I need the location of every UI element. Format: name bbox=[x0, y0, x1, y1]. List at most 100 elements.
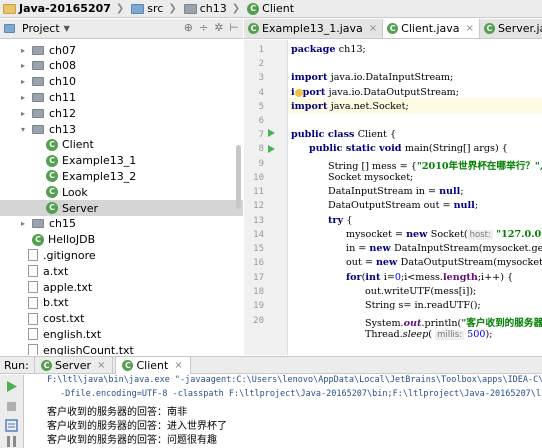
hide-icon[interactable]: ⊢ bbox=[229, 21, 239, 34]
class-icon: C bbox=[387, 22, 399, 34]
expand-arrow-icon[interactable]: ▾ bbox=[18, 125, 28, 134]
line-number: 18 bbox=[253, 287, 264, 297]
tab-server[interactable]: C Server.java × bbox=[479, 19, 542, 38]
package-icon bbox=[32, 92, 44, 102]
run-tab-label: Server bbox=[55, 358, 92, 372]
console-command-line: -Dfile.encoding=UTF-8 -classpath F:\ltlp… bbox=[60, 389, 542, 399]
tree-item[interactable]: .gitignore bbox=[0, 247, 243, 263]
tree-item-label: ch15 bbox=[49, 217, 77, 231]
close-icon[interactable]: × bbox=[466, 23, 474, 34]
tree-item[interactable]: englishCount.txt bbox=[0, 342, 243, 355]
code-line-16: out = new DataOutputStream(mysocket.getO… bbox=[346, 257, 542, 268]
collapse-arrow-icon[interactable]: ▸ bbox=[18, 61, 28, 70]
navigation-bar: Java-20165207 ❯ src ❯ ch13 ❯ C Client bbox=[0, 0, 542, 18]
console-command-line: F:\ltl\java\bin\java.exe "-javaagent:C:\… bbox=[47, 375, 542, 385]
tab-example13-1[interactable]: C Example13_1.java × bbox=[244, 19, 384, 38]
tree-item-label: Look bbox=[62, 185, 88, 199]
tree-item[interactable]: a.txt bbox=[0, 263, 243, 279]
add-icon[interactable]: ⊕ bbox=[184, 21, 193, 34]
project-icon bbox=[4, 24, 15, 33]
tree-item[interactable]: english.txt bbox=[0, 326, 243, 342]
folder-icon bbox=[3, 3, 16, 14]
tree-item[interactable]: cost.txt bbox=[0, 311, 243, 327]
rerun-icon[interactable] bbox=[5, 380, 18, 393]
tree-item[interactable]: ▸ ch15 bbox=[0, 216, 243, 232]
chevron-right-icon: ❯ bbox=[115, 3, 125, 14]
tree-item[interactable]: C Example13_2 bbox=[0, 168, 243, 184]
code-line-18: out.writeUTF(mess[i]); bbox=[365, 286, 477, 297]
collapse-arrow-icon[interactable]: ▸ bbox=[18, 93, 28, 102]
class-icon: C bbox=[46, 154, 58, 167]
breadcrumb-class[interactable]: C Client bbox=[244, 0, 298, 17]
run-tab-client[interactable]: C Client × bbox=[115, 356, 191, 374]
collapse-arrow-icon[interactable]: ▸ bbox=[18, 46, 28, 55]
tree-item[interactable]: ▸ ch07 bbox=[0, 42, 243, 58]
line-number: 20 bbox=[253, 316, 264, 326]
close-icon[interactable]: × bbox=[369, 23, 377, 34]
package-icon bbox=[32, 61, 44, 71]
tree-item-label: ch11 bbox=[49, 90, 77, 104]
code-line-3: import java.io.DataInputStream; bbox=[291, 72, 454, 83]
pause-output-icon[interactable] bbox=[5, 435, 18, 448]
code-line-9: String [] mess = {"2010年世界杯在哪举行？","巴 bbox=[328, 161, 542, 172]
settings-icon[interactable]: ✲ bbox=[214, 21, 223, 34]
project-panel-title[interactable]: Project bbox=[22, 22, 60, 35]
tree-item[interactable]: ▸ ch11 bbox=[0, 89, 243, 105]
collapse-arrow-icon[interactable]: ▸ bbox=[18, 219, 28, 228]
collapse-icon[interactable]: ÷ bbox=[199, 21, 208, 34]
chevron-right-icon: ❯ bbox=[231, 3, 241, 14]
breadcrumb-src[interactable]: src ❯ bbox=[128, 0, 180, 17]
tree-item[interactable]: apple.txt bbox=[0, 279, 243, 295]
restore-layout-icon[interactable] bbox=[5, 419, 18, 432]
file-icon bbox=[28, 281, 38, 293]
tab-label: Server.java bbox=[497, 21, 542, 35]
chevron-right-icon: ❯ bbox=[168, 3, 177, 14]
run-gutter-icon[interactable] bbox=[268, 145, 275, 153]
dropdown-icon[interactable]: ▼ bbox=[64, 24, 70, 33]
class-icon: C bbox=[46, 170, 58, 183]
line-number: 1 bbox=[258, 45, 264, 55]
collapse-arrow-icon[interactable]: ▸ bbox=[18, 109, 28, 118]
tree-item-label: .gitignore bbox=[43, 248, 96, 262]
tree-item-label: Server bbox=[62, 201, 99, 215]
run-tab-server[interactable]: C Server × bbox=[34, 356, 114, 374]
line-number: 8 bbox=[258, 144, 264, 154]
tree-item[interactable]: C Look bbox=[0, 184, 243, 200]
code-line-11: DataInputStream in = null; bbox=[328, 186, 464, 197]
console-output[interactable]: F:\ltl\java\bin\java.exe "-javaagent:C:\… bbox=[25, 375, 542, 448]
tree-item[interactable]: ▸ ch12 bbox=[0, 105, 243, 121]
code-line-19: String s= in.readUTF(); bbox=[365, 300, 481, 311]
close-icon[interactable]: × bbox=[97, 360, 105, 371]
code-editor[interactable]: 1 2 3 4 5 6 7 8 9 10 11 12 13 14 15 16 17 18 19 20 package … bbox=[244, 40, 542, 355]
file-icon bbox=[28, 249, 38, 262]
intention-bulb-icon[interactable] bbox=[294, 88, 303, 97]
run-gutter-icon[interactable] bbox=[268, 129, 275, 137]
line-number: 2 bbox=[258, 59, 264, 69]
code-line-14: mysocket = new Socket(host: "127.0.0.1", bbox=[346, 229, 542, 240]
file-icon bbox=[28, 312, 38, 325]
tree-item[interactable]: C Client bbox=[0, 137, 243, 153]
line-number: 15 bbox=[253, 244, 264, 254]
line-number: 13 bbox=[253, 216, 264, 226]
breadcrumb-package[interactable]: ch13 ❯ bbox=[181, 0, 244, 17]
package-icon bbox=[183, 3, 197, 14]
source-folder-icon bbox=[131, 3, 145, 14]
class-icon: C bbox=[41, 359, 52, 371]
tree-item-label: apple.txt bbox=[43, 280, 93, 294]
breadcrumb-project[interactable]: Java-20165207 ❯ bbox=[0, 0, 128, 17]
close-icon[interactable]: × bbox=[174, 360, 182, 371]
tree-item[interactable]: C Example13_1 bbox=[0, 153, 243, 169]
tree-item[interactable]: ▾ ch13 bbox=[0, 121, 243, 137]
class-icon: C bbox=[248, 22, 259, 34]
stop-icon[interactable] bbox=[5, 400, 18, 413]
tab-client[interactable]: C Client.java × bbox=[383, 19, 480, 38]
tree-item[interactable]: ▸ ch08 bbox=[0, 58, 243, 74]
scrollbar[interactable] bbox=[236, 145, 241, 209]
tree-item[interactable]: C Server bbox=[0, 200, 243, 216]
tree-item-label: englishCount.txt bbox=[43, 343, 134, 355]
line-number: 14 bbox=[253, 230, 264, 240]
tree-item[interactable]: C HelloJDB bbox=[0, 232, 243, 248]
tree-item[interactable]: b.txt bbox=[0, 295, 243, 311]
tree-item[interactable]: ▸ ch10 bbox=[0, 74, 243, 90]
collapse-arrow-icon[interactable]: ▸ bbox=[18, 77, 28, 86]
